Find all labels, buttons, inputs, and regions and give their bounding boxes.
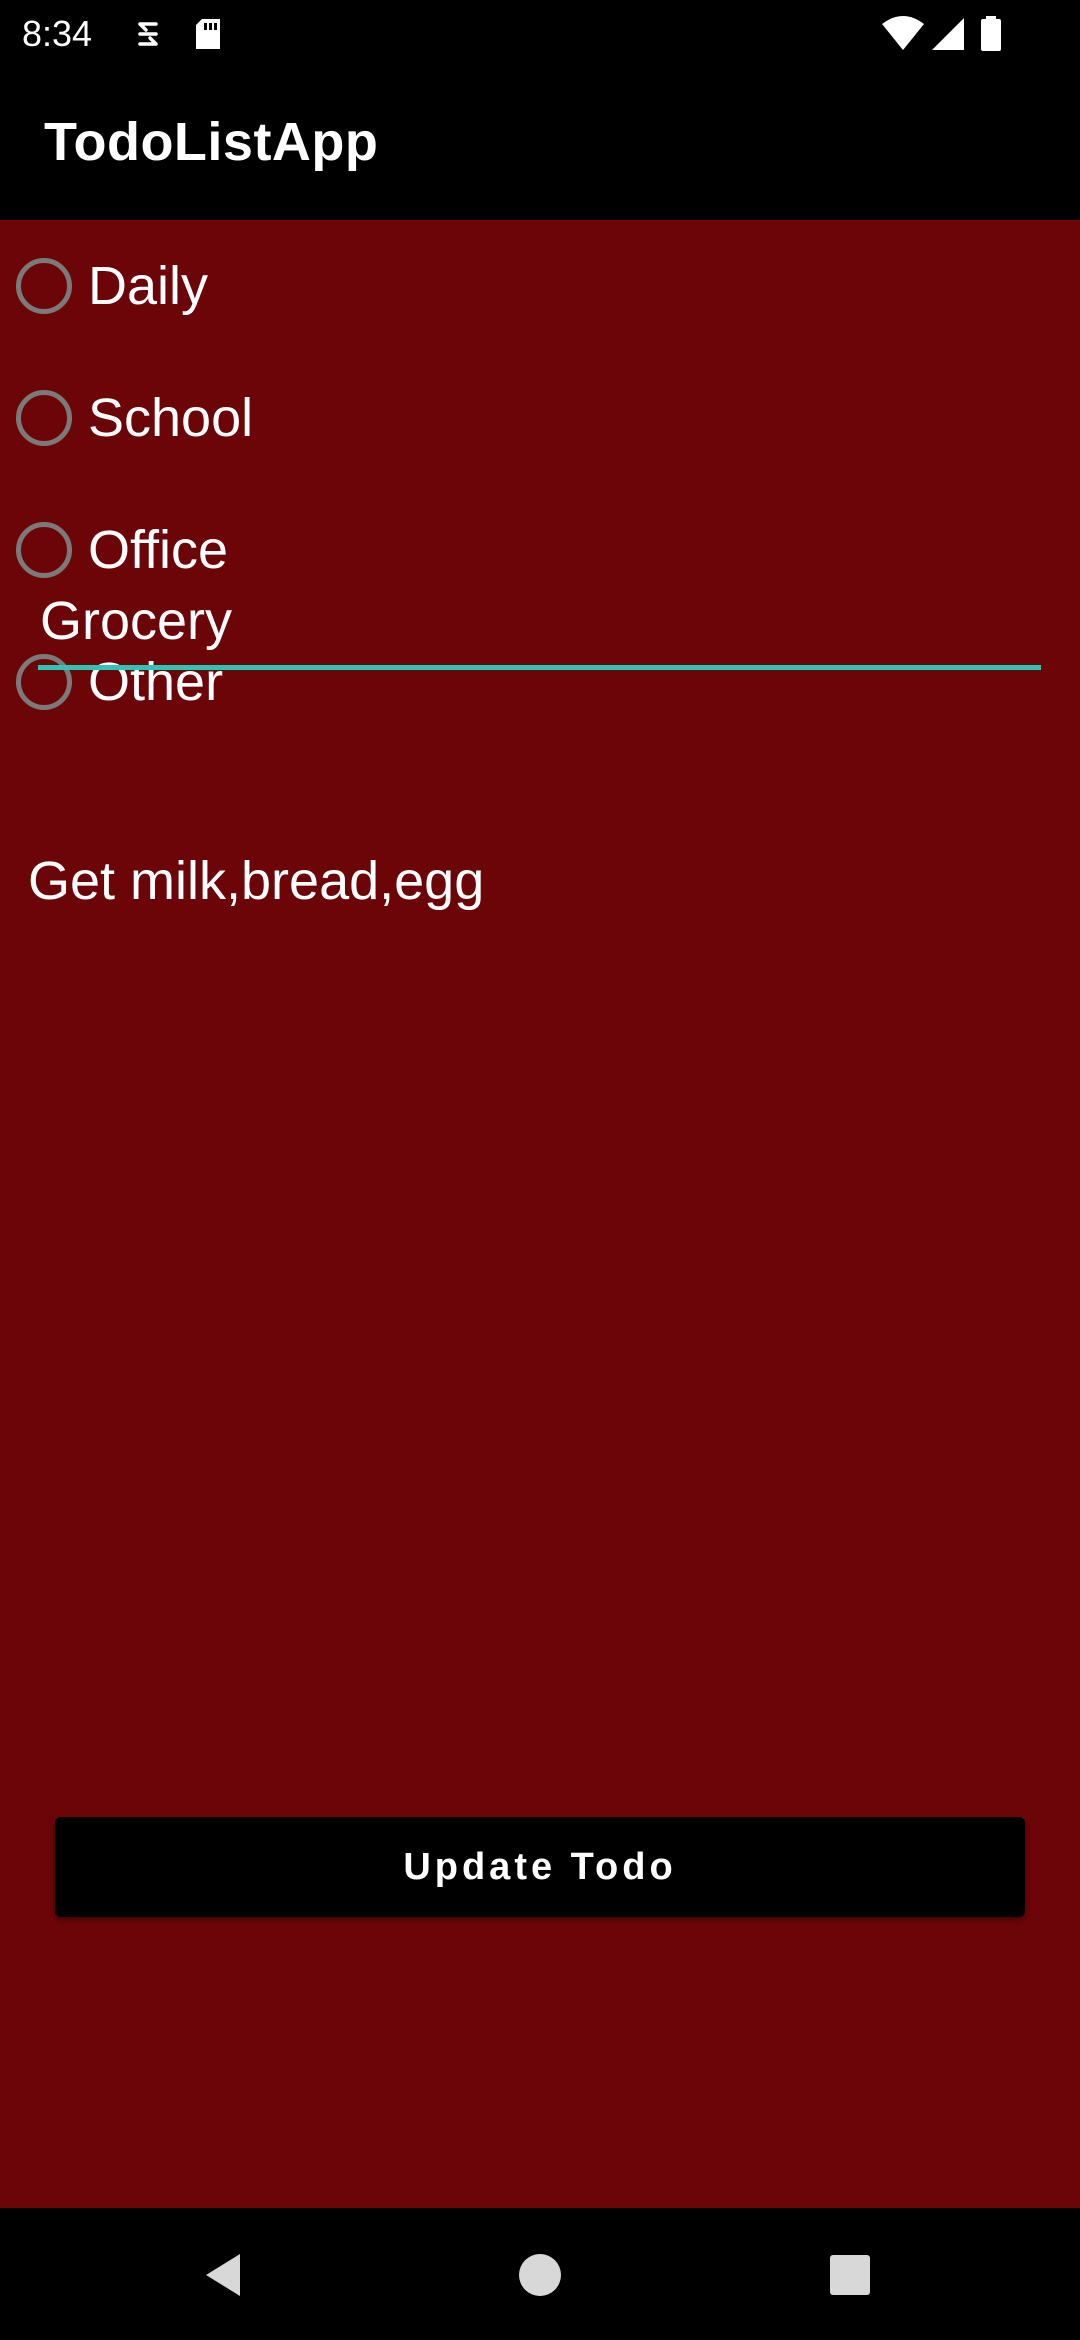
status-time: 8:34 (22, 13, 93, 54)
wifi-icon (880, 14, 926, 54)
battery-icon (976, 14, 1006, 54)
status-bar: 8:34 (0, 0, 1080, 66)
radio-label: Office (88, 520, 229, 580)
radio-row-daily[interactable]: Daily (0, 220, 600, 352)
update-todo-button[interactable]: Update Todo (55, 1817, 1025, 1917)
back-icon[interactable] (190, 2240, 260, 2310)
screen: 8:34 TodoListApp Daily School Office Oth… (0, 0, 1080, 2340)
sync-icon (128, 14, 168, 54)
app-title: TodoListApp (44, 112, 379, 172)
radio-button-icon[interactable] (16, 258, 72, 314)
radio-button-icon[interactable] (16, 390, 72, 446)
todo-form: Daily School Office Other Grocery Get mi… (0, 220, 1080, 2208)
cell-signal-icon (928, 14, 968, 54)
description-field[interactable]: Get milk,bread,egg (28, 850, 484, 912)
update-todo-label: Update Todo (403, 1845, 677, 1888)
title-input-value: Grocery (40, 591, 233, 651)
recents-icon[interactable] (815, 2240, 885, 2310)
app-bar: TodoListApp (0, 66, 1080, 220)
radio-row-school[interactable]: School (0, 352, 600, 484)
sd-card-icon (188, 14, 228, 54)
radio-button-icon[interactable] (16, 522, 72, 578)
home-icon[interactable] (505, 2240, 575, 2310)
radio-label: School (88, 388, 254, 448)
title-input[interactable]: Grocery (38, 580, 1041, 670)
radio-label: Daily (88, 256, 209, 316)
navigation-bar (0, 2208, 1080, 2340)
